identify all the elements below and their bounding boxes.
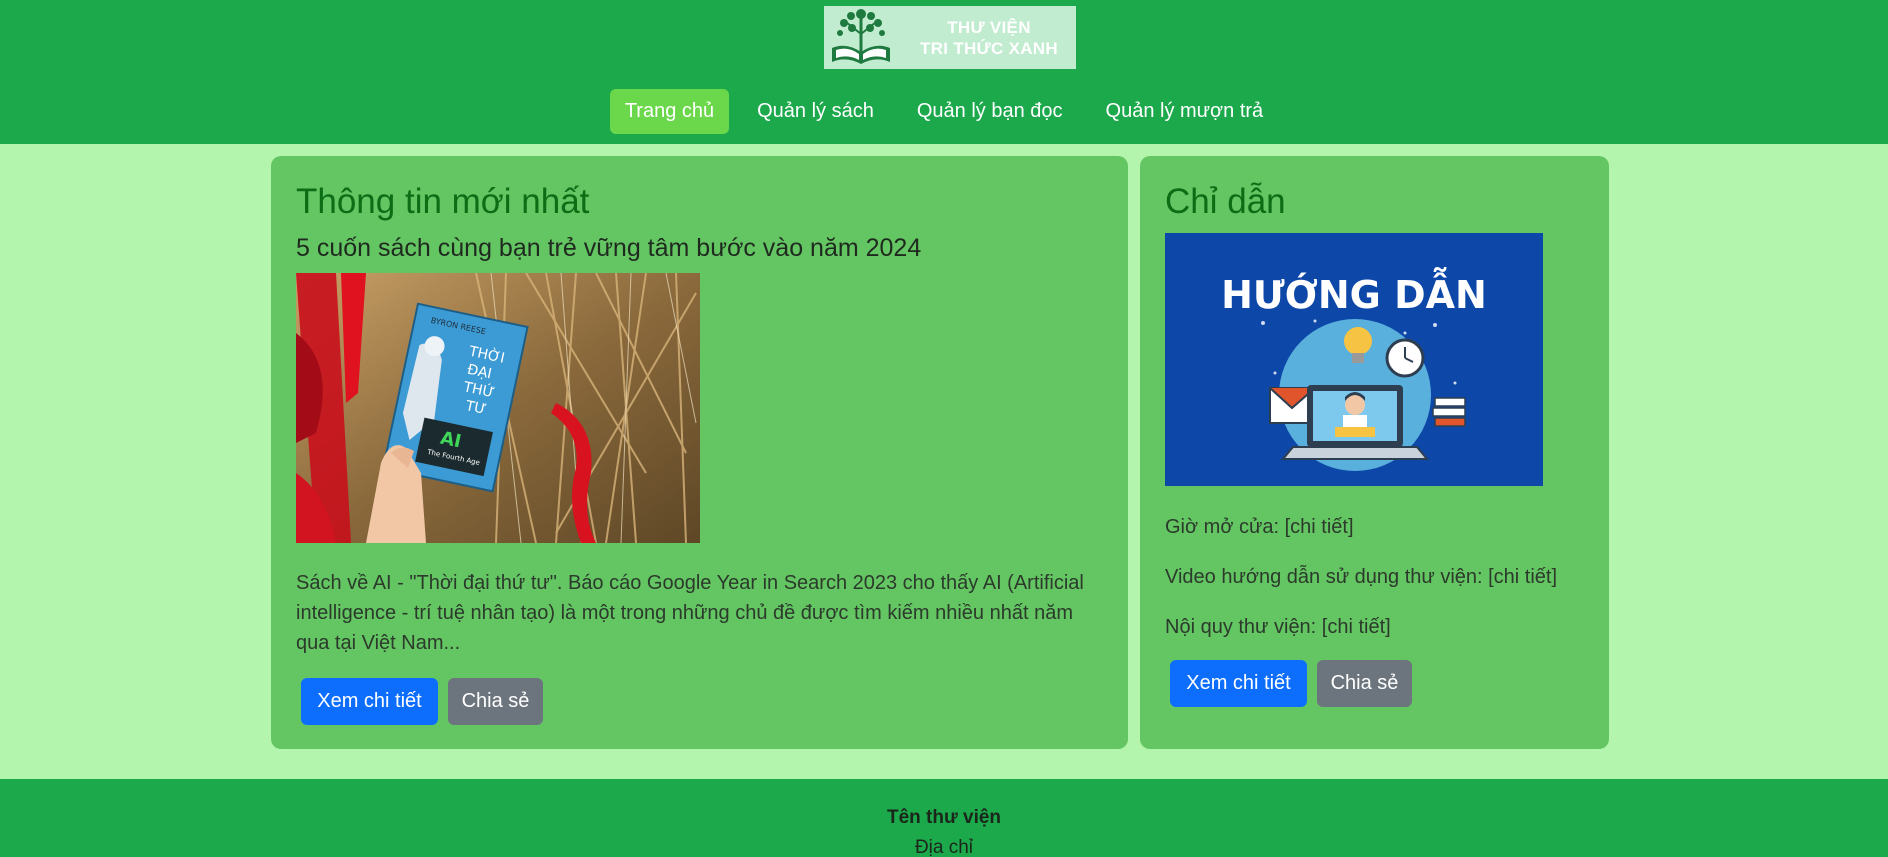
news-card: Thông tin mới nhất 5 cuốn sách cùng bạn … <box>271 156 1128 749</box>
article-description: Sách về AI - "Thời đại thứ tư". Báo cáo … <box>296 572 1084 654</box>
svg-text:HƯỚNG DẪN: HƯỚNG DẪN <box>1221 268 1487 317</box>
site-footer: Tên thư viện Địa chỉ <box>0 779 1888 857</box>
footer-library-name: Tên thư viện <box>886 807 1002 828</box>
logo-text: THƯ VIỆN TRI THỨC XANH <box>902 17 1076 59</box>
main-nav: Trang chủ Quản lý sách Quản lý bạn đọc Q… <box>0 89 1888 134</box>
guide-heading: Chỉ dẫn <box>1165 182 1286 221</box>
article-photo[interactable]: BYRON REESE THỜI ĐẠI THỨ TƯ AI The Fourt… <box>296 273 700 543</box>
news-share-button[interactable]: Chia sẻ <box>448 678 543 725</box>
guide-card: Chỉ dẫn HƯỚNG DẪN Giờ mở cửa: [chi tiết]… <box>1140 156 1609 749</box>
news-heading: Thông tin mới nhất <box>296 182 590 221</box>
nav-item-readers[interactable]: Quản lý bạn đọc <box>902 89 1078 134</box>
svg-text:AI: AI <box>438 428 463 453</box>
guide-image[interactable]: HƯỚNG DẪN <box>1165 233 1543 486</box>
book-photo-illustration: BYRON REESE THỜI ĐẠI THỨ TƯ AI The Fourt… <box>296 273 700 543</box>
tree-book-icon <box>824 6 902 69</box>
site-header: THƯ VIỆN TRI THỨC XANH Trang chủ Quản lý… <box>0 0 1888 144</box>
logo-line-1: THƯ VIỆN <box>947 17 1031 37</box>
footer-address: Địa chỉ <box>914 837 974 857</box>
nav-item-books[interactable]: Quản lý sách <box>742 89 889 134</box>
article-title[interactable]: 5 cuốn sách cùng bạn trẻ vững tâm bước v… <box>296 234 921 263</box>
library-rules-text[interactable]: Nội quy thư viện: [chi tiết] <box>1165 616 1391 639</box>
video-guide-text[interactable]: Video hướng dẫn sử dụng thư viện: [chi t… <box>1165 566 1557 589</box>
nav-item-home[interactable]: Trang chủ <box>609 89 730 134</box>
news-detail-button[interactable]: Xem chi tiết <box>301 678 438 725</box>
guide-share-button[interactable]: Chia sẻ <box>1317 660 1412 707</box>
guide-illustration: HƯỚNG DẪN <box>1165 233 1543 486</box>
logo-line-2: TRI THỨC XANH <box>920 38 1058 58</box>
opening-hours-text[interactable]: Giờ mở cửa: [chi tiết] <box>1165 516 1354 539</box>
nav-item-loans[interactable]: Quản lý mượn trả <box>1091 89 1279 134</box>
library-logo[interactable]: THƯ VIỆN TRI THỨC XANH <box>824 6 1076 69</box>
guide-detail-button[interactable]: Xem chi tiết <box>1170 660 1307 707</box>
